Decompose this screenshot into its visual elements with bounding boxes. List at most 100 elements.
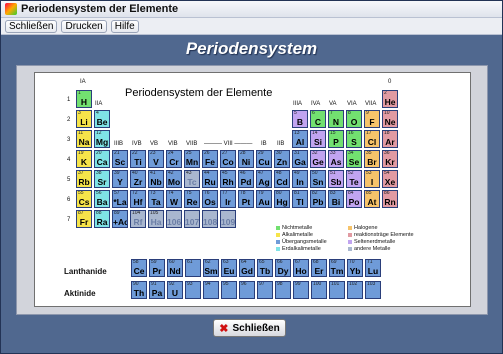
element-o[interactable]: 8O [346, 110, 362, 128]
element-ni[interactable]: 28 Ni [238, 150, 254, 168]
element-re[interactable]: 75 Re [184, 190, 200, 208]
element-al[interactable]: 13 Al [292, 130, 308, 148]
element-100[interactable]: 100 [311, 281, 327, 299]
element-er[interactable]: 68 Er [311, 259, 327, 277]
element-fr[interactable]: 87 Fr [76, 210, 92, 228]
element-pa[interactable]: 91 Pa [149, 281, 165, 299]
element-nb[interactable]: 41 Nb [148, 170, 164, 188]
element-he[interactable]: 2 He [382, 90, 398, 108]
element-rh[interactable]: 45 Rh [220, 170, 236, 188]
element-s[interactable]: 16 S [346, 130, 362, 148]
element-xe[interactable]: 54 Xe [382, 170, 398, 188]
element-bi[interactable]: 83 Bi [328, 190, 344, 208]
element-na[interactable]: 11 Na [76, 130, 92, 148]
element-dy[interactable]: 66 Dy [275, 259, 291, 277]
element-p[interactable]: 15 P [328, 130, 344, 148]
element-tm[interactable]: 69 Tm [329, 259, 345, 277]
element-94[interactable]: 94 [203, 281, 219, 299]
element-hg[interactable]: 80 Hg [274, 190, 290, 208]
element-ba[interactable]: 56 Ba [94, 190, 110, 208]
element-zn[interactable]: 30 Zn [274, 150, 290, 168]
element-nd[interactable]: 60 Nd [167, 259, 183, 277]
element-cr[interactable]: 24 Cr [166, 150, 182, 168]
element-se[interactable]: 34 Se [346, 150, 362, 168]
element-sb[interactable]: 51 Sb [328, 170, 344, 188]
element-61[interactable]: 61 [185, 259, 201, 277]
element-f[interactable]: 9F [364, 110, 380, 128]
element-i[interactable]: 53 I [364, 170, 380, 188]
menu-hilfe[interactable]: Hilfe [110, 19, 139, 33]
element-in[interactable]: 49 In [292, 170, 308, 188]
element-sm[interactable]: 62 Sm [203, 259, 219, 277]
element-at[interactable]: 85 At [364, 190, 380, 208]
element-si[interactable]: 14 Si [310, 130, 326, 148]
element-ho[interactable]: 67 Ho [293, 259, 309, 277]
element-rf[interactable]: 104 Rf [130, 210, 146, 228]
element-tc[interactable]: 43 Tc [184, 170, 200, 188]
element-y[interactable]: 39 Y [112, 170, 128, 188]
element-as[interactable]: 33 As [328, 150, 344, 168]
element-w[interactable]: 74 W [166, 190, 182, 208]
element-102[interactable]: 102 [347, 281, 363, 299]
element-101[interactable]: 101 [329, 281, 345, 299]
element-n[interactable]: 7N [328, 110, 344, 128]
element-pb[interactable]: 82 Pb [310, 190, 326, 208]
element-th[interactable]: 90 Th [131, 281, 147, 299]
element-be[interactable]: 4 Be [94, 110, 110, 128]
element-103[interactable]: 103 [365, 281, 381, 299]
element-gd[interactable]: 64 Gd [239, 259, 255, 277]
element-hf[interactable]: 72 Hf [130, 190, 146, 208]
element-c[interactable]: 6C [310, 110, 326, 128]
element-ag[interactable]: 47 Ag [256, 170, 272, 188]
element-sc[interactable]: 21 Sc [112, 150, 128, 168]
element-eu[interactable]: 63 Eu [221, 259, 237, 277]
element-tb[interactable]: 65 Tb [257, 259, 273, 277]
element-pt[interactable]: 78 Pt [238, 190, 254, 208]
element-au[interactable]: 79 Au [256, 190, 272, 208]
element-cd[interactable]: 48 Cd [274, 170, 290, 188]
element-zr[interactable]: 40 Zr [130, 170, 146, 188]
element-lu[interactable]: 71 Lu [365, 259, 381, 277]
element-mo[interactable]: 42 Mo [166, 170, 182, 188]
element-mn[interactable]: 25 Mn [184, 150, 200, 168]
element-mg[interactable]: 12 Mg [94, 130, 110, 148]
menu-drucken[interactable]: Drucken [61, 19, 107, 33]
element-109[interactable]: 109 [220, 210, 236, 228]
element-ar[interactable]: 18 Ar [382, 130, 398, 148]
element-99[interactable]: 99 [293, 281, 309, 299]
element-ca[interactable]: 20 Ca [94, 150, 110, 168]
element-br[interactable]: 35 Br [364, 150, 380, 168]
element-cs[interactable]: 55 Cs [76, 190, 92, 208]
element-cl[interactable]: 17 Cl [364, 130, 380, 148]
element-sn[interactable]: 50 Sn [310, 170, 326, 188]
element-la[interactable]: 57 *La [112, 190, 128, 208]
element-os[interactable]: 76 Os [202, 190, 218, 208]
element-108[interactable]: 108 [202, 210, 218, 228]
element-106[interactable]: 106 [166, 210, 182, 228]
element-ta[interactable]: 73 Ta [148, 190, 164, 208]
element-95[interactable]: 95 [221, 281, 237, 299]
element-rb[interactable]: 37 Rb [76, 170, 92, 188]
element-u[interactable]: 92 U [167, 281, 183, 299]
element-fe[interactable]: 26 Fe [202, 150, 218, 168]
element-ti[interactable]: 22 Ti [130, 150, 146, 168]
element-ac[interactable]: 89 +Ac [112, 210, 128, 228]
element-yb[interactable]: 70 Yb [347, 259, 363, 277]
element-ne[interactable]: 10 Ne [382, 110, 398, 128]
element-kr[interactable]: 36 Kr [382, 150, 398, 168]
element-v[interactable]: 23 V [148, 150, 164, 168]
element-te[interactable]: 52 Te [346, 170, 362, 188]
element-co[interactable]: 27 Co [220, 150, 236, 168]
element-k[interactable]: 19 K [76, 150, 92, 168]
menu-schliessen[interactable]: Schließen [5, 19, 58, 33]
element-ir[interactable]: 77 Ir [220, 190, 236, 208]
element-pr[interactable]: 59 Pr [149, 259, 165, 277]
element-93[interactable]: 93 [185, 281, 201, 299]
element-h[interactable]: 1H [76, 90, 92, 108]
element-ra[interactable]: 88 Ra [94, 210, 110, 228]
element-97[interactable]: 97 [257, 281, 273, 299]
element-ge[interactable]: 32 Ge [310, 150, 326, 168]
element-li[interactable]: 3 Li [76, 110, 92, 128]
element-ce[interactable]: 58 Ce [131, 259, 147, 277]
element-pd[interactable]: 46 Pd [238, 170, 254, 188]
